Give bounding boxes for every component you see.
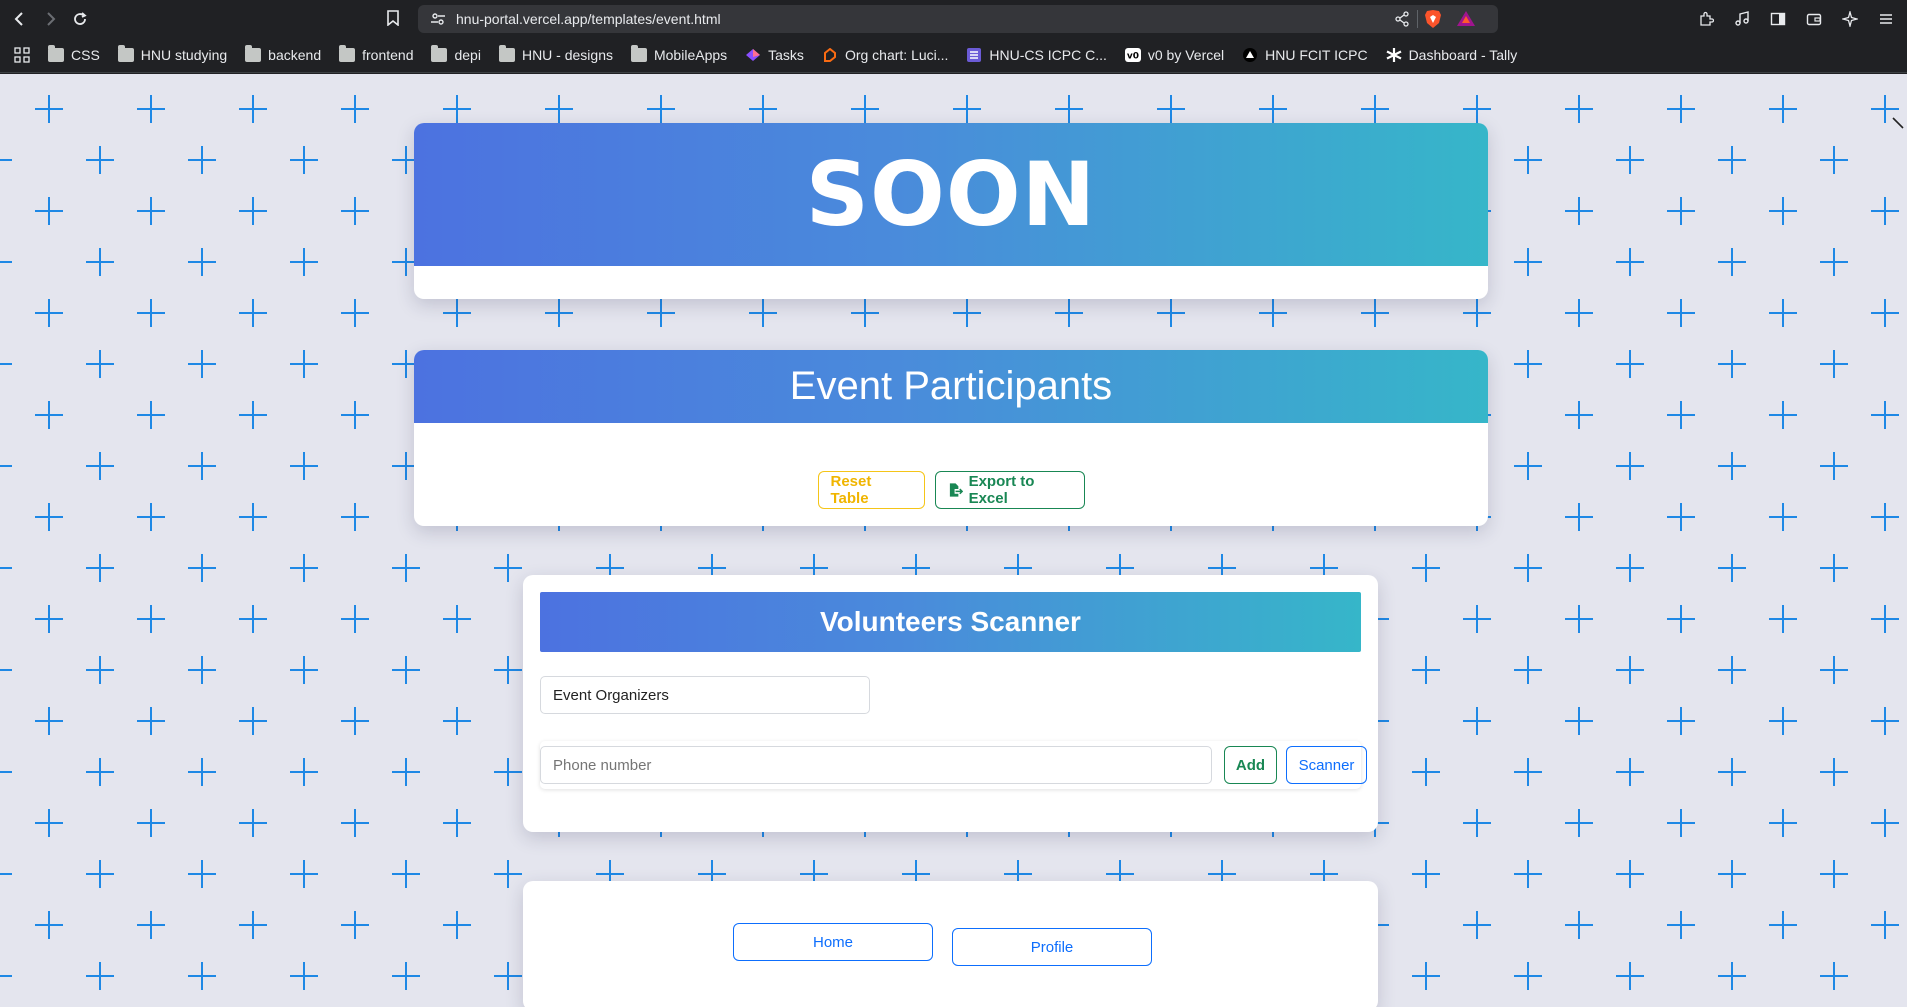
bookmark-tasks[interactable]: Tasks [745,47,804,63]
browser-toolbar: hnu-portal.vercel.app/templates/event.ht… [0,0,1907,37]
bookmark-folder-frontend[interactable]: frontend [339,44,414,63]
media-icon[interactable] [1731,8,1753,30]
folder-icon [339,44,356,62]
participants-header: Event Participants [414,350,1488,423]
folder-icon [431,44,448,62]
participants-actions: Reset Table Export to Excel [414,471,1488,509]
bookmark-page-icon[interactable] [386,10,400,26]
folder-icon [117,44,134,62]
home-button[interactable]: Home [733,923,933,961]
apps-grid-icon[interactable] [12,45,32,65]
bookmark-folder-css[interactable]: CSS [48,44,100,63]
brave-rewards-icon[interactable] [1456,9,1476,29]
bookmark-folder-mobileapps[interactable]: MobileApps [630,44,728,63]
participants-card: Event Participants Reset Table Export to… [414,350,1488,526]
bookmark-label: Dashboard - Tally [1408,46,1518,63]
add-button[interactable]: Add [1224,746,1277,784]
list-icon [967,47,982,62]
scanner-title: Volunteers Scanner [820,606,1081,637]
soon-title: SOON [805,143,1097,246]
profile-button[interactable]: Profile [952,928,1152,966]
bookmark-v0[interactable]: v0 v0 by Vercel [1124,46,1225,63]
divider [1417,10,1418,28]
vercel-icon [1243,47,1258,62]
bookmarks-bar: CSS HNU studying backend frontend depi H… [0,37,1907,73]
bookmark-folder-hnu-designs[interactable]: HNU - designs [498,44,613,63]
bookmark-label: HNU - designs [521,46,613,63]
address-bar[interactable]: hnu-portal.vercel.app/templates/event.ht… [418,5,1498,33]
folder-icon [48,44,64,62]
scanner-button[interactable]: Scanner [1286,746,1367,784]
export-excel-button[interactable]: Export to Excel [934,471,1085,509]
v0-icon: v0 [1124,47,1141,62]
page-viewport: SOON Event Participants Reset Table Expo… [0,74,1907,1007]
bookmark-folder-depi[interactable]: depi [431,44,481,63]
extensions-icon[interactable] [1695,8,1717,30]
share-icon[interactable] [1394,11,1410,27]
url-text[interactable]: hnu-portal.vercel.app/templates/event.ht… [456,11,721,27]
wallet-icon[interactable] [1803,8,1825,30]
bookmark-label: CSS [71,46,100,63]
bookmark-org-chart[interactable]: Org chart: Luci... [822,47,948,63]
svg-text:v0: v0 [1127,51,1139,61]
brave-shields-icon[interactable] [1424,9,1442,29]
bookmark-label: Tasks [768,46,804,63]
phone-number-input[interactable] [540,746,1212,784]
bookmark-label: HNU studying [140,46,228,63]
soon-banner: SOON [414,123,1488,266]
bookmark-hnu-cs-icpc[interactable]: HNU-CS ICPC C... [966,46,1107,63]
tasks-icon [746,48,761,61]
bookmark-label: MobileApps [653,46,728,63]
back-icon[interactable] [8,7,32,31]
navigation-card: Home Profile [523,881,1378,1007]
scanner-card: Volunteers Scanner Event Organizers Add … [523,575,1378,832]
bookmark-label: HNU FCIT ICPC [1265,46,1368,63]
export-excel-label: Export to Excel [968,473,1035,507]
site-settings-icon[interactable] [430,11,446,27]
scroll-up-icon[interactable] [1891,116,1905,130]
bookmark-tally[interactable]: Dashboard - Tally [1386,46,1518,63]
menu-icon[interactable] [1875,8,1897,30]
folder-icon [498,44,515,62]
bookmark-label: depi [454,46,481,63]
group-select[interactable]: Event Organizers [540,676,870,714]
folder-icon [245,44,262,62]
bookmark-folder-backend[interactable]: backend [245,44,322,63]
tally-icon [1386,47,1402,62]
folder-icon [630,44,647,62]
bookmark-folder-hnu-studying[interactable]: HNU studying [117,44,228,63]
soon-card: SOON [414,123,1488,299]
bookmark-label: Org chart: Luci... [844,46,949,63]
sidebar-icon[interactable] [1767,8,1789,30]
file-export-icon [949,483,963,497]
bookmark-label: v0 by Vercel [1147,46,1225,63]
participants-title: Event Participants [789,364,1113,408]
scanner-header: Volunteers Scanner [540,592,1361,652]
bookmark-label: frontend [362,46,414,63]
bookmark-label: backend [268,46,322,63]
bookmark-label: HNU-CS ICPC C... [989,46,1107,63]
forward-icon[interactable] [38,7,62,31]
bookmark-hnu-fcit-icpc[interactable]: HNU FCIT ICPC [1242,46,1368,63]
phone-entry-row: Add Scanner [540,741,1367,789]
leo-ai-icon[interactable] [1839,8,1861,30]
lucidchart-icon [823,47,836,62]
reset-table-button[interactable]: Reset Table [817,471,925,509]
reload-icon[interactable] [68,7,92,31]
group-select-value: Event Organizers [553,686,669,704]
